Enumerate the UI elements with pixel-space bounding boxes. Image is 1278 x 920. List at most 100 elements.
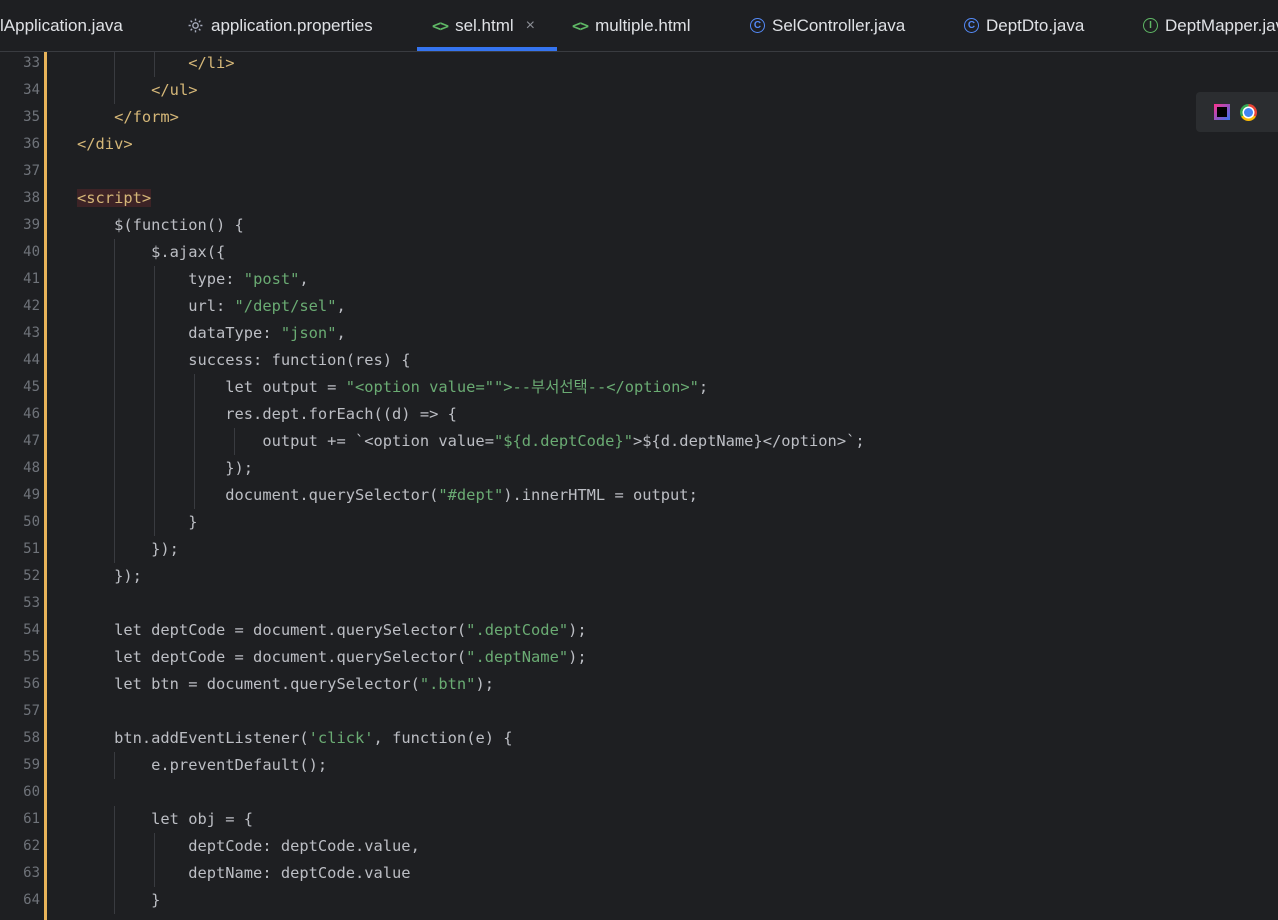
line-number: 36 xyxy=(23,136,40,152)
line-number: 56 xyxy=(23,676,40,692)
code-line[interactable]: 58 btn.addEventListener('click', functio… xyxy=(0,725,1278,752)
close-icon[interactable]: × xyxy=(526,17,535,35)
gear-icon xyxy=(187,17,204,34)
code-line[interactable]: 50 } xyxy=(0,509,1278,536)
tab-label: SelController.java xyxy=(772,15,906,35)
line-number: 55 xyxy=(23,649,40,665)
code-text: deptCode: deptCode.value, xyxy=(77,837,420,855)
code-line[interactable]: 59 e.preventDefault(); xyxy=(0,752,1278,779)
code-line[interactable]: 34 </ul> xyxy=(0,77,1278,104)
html-code-icon: <> xyxy=(572,16,589,35)
line-number: 60 xyxy=(23,784,40,800)
line-number: 58 xyxy=(23,730,40,746)
code-text: let deptCode = document.querySelector(".… xyxy=(77,648,587,666)
code-text: output += `<option value="${d.deptCode}"… xyxy=(77,432,865,450)
code-line[interactable]: 61 let obj = { xyxy=(0,806,1278,833)
code-line[interactable]: 37 xyxy=(0,158,1278,185)
code-line[interactable]: 38 <script> xyxy=(0,185,1278,212)
code-line[interactable]: 54 let deptCode = document.querySelector… xyxy=(0,617,1278,644)
line-number: 33 xyxy=(23,55,40,71)
code-editor[interactable]: 33 </li> 34 </ul> 35 </form> 36 </div> 37 38 <s… xyxy=(0,52,1278,920)
code-text: deptName: deptCode.value xyxy=(77,864,411,882)
code-text: } xyxy=(77,513,198,531)
code-text: </li> xyxy=(188,54,235,72)
chrome-icon[interactable] xyxy=(1240,103,1257,121)
line-number: 52 xyxy=(23,568,40,584)
tab-label: DeptDto.java xyxy=(986,15,1085,35)
code-text: </div> xyxy=(77,135,133,153)
tab-application-properties[interactable]: application.properties xyxy=(187,0,373,51)
tab-deptdto-java[interactable]: C DeptDto.java xyxy=(964,0,1084,51)
line-number: 37 xyxy=(23,163,40,179)
code-line[interactable]: 46 res.dept.forEach((d) => { xyxy=(0,401,1278,428)
code-line[interactable]: 57 xyxy=(0,698,1278,725)
code-line[interactable]: 45 let output = "<option value="">--부서선택… xyxy=(0,374,1278,401)
code-text: $(function() { xyxy=(77,216,244,234)
code-line[interactable]: 55 let deptCode = document.querySelector… xyxy=(0,644,1278,671)
code-text: e.preventDefault(); xyxy=(77,756,328,774)
code-line[interactable]: 36 </div> xyxy=(0,131,1278,158)
code-line[interactable]: 52 }); xyxy=(0,563,1278,590)
tab-sel-html[interactable]: <> sel.html × xyxy=(417,0,557,51)
tab-multiple-html[interactable]: <> multiple.html xyxy=(572,0,690,51)
code-line[interactable]: 42 url: "/dept/sel", xyxy=(0,293,1278,320)
code-text: btn.addEventListener('click', function(e… xyxy=(77,729,513,747)
line-number: 38 xyxy=(23,190,40,206)
line-number: 44 xyxy=(23,352,40,368)
code-text: }); xyxy=(77,540,179,558)
code-line[interactable]: 60 xyxy=(0,779,1278,806)
code-line[interactable]: 49 document.querySelector("#dept").inner… xyxy=(0,482,1278,509)
code-line[interactable]: 56 let btn = document.querySelector(".bt… xyxy=(0,671,1278,698)
code-text: </ul> xyxy=(151,81,198,99)
code-line[interactable]: 64 } xyxy=(0,887,1278,914)
code-line[interactable]: 48 }); xyxy=(0,455,1278,482)
line-number: 53 xyxy=(23,595,40,611)
editor-tab-bar: lApplication.java application.properties… xyxy=(0,0,1278,52)
intellij-icon[interactable] xyxy=(1214,104,1230,120)
code-text: let obj = { xyxy=(77,810,254,828)
code-line[interactable]: 62 deptCode: deptCode.value, xyxy=(0,833,1278,860)
tab-deptmapper-java[interactable]: I DeptMapper.java xyxy=(1143,0,1278,51)
code-line[interactable]: 33 </li> xyxy=(0,52,1278,77)
code-text: } xyxy=(77,891,161,909)
line-number: 59 xyxy=(23,757,40,773)
line-number: 45 xyxy=(23,379,40,395)
code-line[interactable]: 40 $.ajax({ xyxy=(0,239,1278,266)
line-number: 54 xyxy=(23,622,40,638)
code-line[interactable]: 43 dataType: "json", xyxy=(0,320,1278,347)
code-text: res.dept.forEach((d) => { xyxy=(77,405,457,423)
line-number: 41 xyxy=(23,271,40,287)
html-code-icon: <> xyxy=(432,16,449,35)
line-number: 62 xyxy=(23,838,40,854)
line-number: 34 xyxy=(23,82,40,98)
interface-icon: I xyxy=(1143,18,1158,33)
tab-selcontroller-java[interactable]: C SelController.java xyxy=(750,0,905,51)
code-text: url: "/dept/sel", xyxy=(77,297,346,315)
tab-label: lApplication.java xyxy=(0,15,123,35)
code-text: type: "post", xyxy=(77,270,309,288)
code-line[interactable]: 53 xyxy=(0,590,1278,617)
tab-label: application.properties xyxy=(211,15,373,35)
line-number: 50 xyxy=(23,514,40,530)
code-text: dataType: "json", xyxy=(77,324,346,342)
code-line[interactable]: 47 output += `<option value="${d.deptCod… xyxy=(0,428,1278,455)
line-number: 40 xyxy=(23,244,40,260)
code-line[interactable]: 39 $(function() { xyxy=(0,212,1278,239)
line-number: 57 xyxy=(23,703,40,719)
line-number: 63 xyxy=(23,865,40,881)
code-line[interactable]: 51 }); xyxy=(0,536,1278,563)
code-text: success: function(res) { xyxy=(77,351,411,369)
code-line[interactable]: 41 type: "post", xyxy=(0,266,1278,293)
code-text: let deptCode = document.querySelector(".… xyxy=(77,621,587,639)
code-text: document.querySelector("#dept").innerHTM… xyxy=(77,486,698,504)
code-line[interactable]: 63 deptName: deptCode.value xyxy=(0,860,1278,887)
code-text: let output = "<option value="">--부서선택--<… xyxy=(77,378,709,396)
line-number: 61 xyxy=(23,811,40,827)
class-icon: C xyxy=(750,18,765,33)
code-line[interactable]: 44 success: function(res) { xyxy=(0,347,1278,374)
code-line[interactable]: 35 </form> xyxy=(0,104,1278,131)
tab-label: DeptMapper.java xyxy=(1165,15,1278,35)
line-number: 42 xyxy=(23,298,40,314)
tab-application-java[interactable]: lApplication.java xyxy=(0,0,123,51)
line-number: 43 xyxy=(23,325,40,341)
